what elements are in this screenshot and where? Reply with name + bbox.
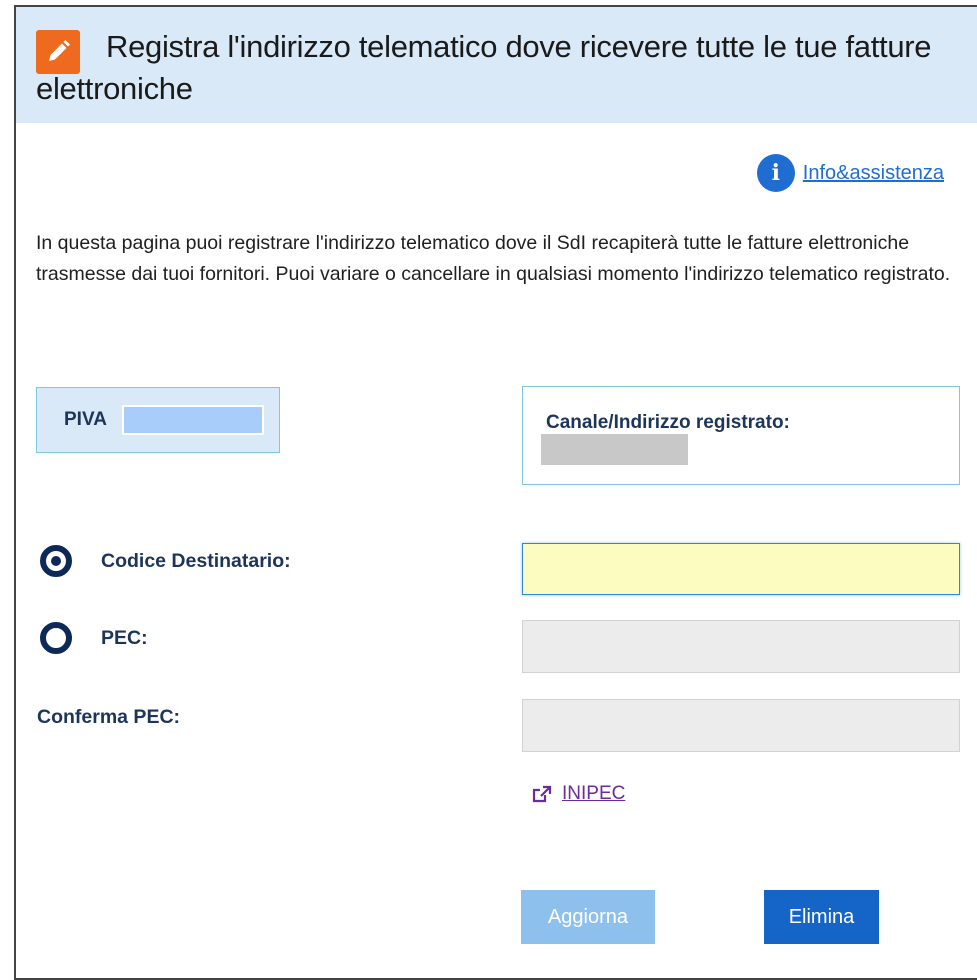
piva-value-redacted xyxy=(122,405,264,435)
piva-box: PIVA xyxy=(36,387,280,453)
codice-destinatario-input[interactable] xyxy=(522,543,960,595)
registered-channel-box: Canale/Indirizzo registrato: xyxy=(522,386,960,485)
inipec-link[interactable]: INIPEC xyxy=(532,783,625,805)
info-assistenza-label: Info&assistenza xyxy=(802,161,944,184)
conferma-pec-input[interactable] xyxy=(522,699,960,752)
intro-paragraph: In questa pagina puoi registrare l'indir… xyxy=(36,232,951,285)
page-title: Registra l'indirizzo telematico dove ric… xyxy=(36,29,932,106)
elimina-button[interactable]: Elimina xyxy=(764,890,879,944)
aggiorna-button[interactable]: Aggiorna xyxy=(521,890,655,944)
info-assistenza-link[interactable]: i Info&assistenza xyxy=(756,154,944,192)
registered-channel-label: Canale/Indirizzo registrato: xyxy=(546,412,790,433)
pec-label: PEC: xyxy=(101,627,148,649)
registered-channel-value-redacted xyxy=(541,434,688,465)
codice-destinatario-label: Codice Destinatario: xyxy=(101,550,291,572)
external-link-icon xyxy=(532,785,552,803)
info-icon: i xyxy=(756,154,795,192)
inipec-label: INIPEC xyxy=(562,783,626,804)
dialog-frame xyxy=(14,5,977,980)
radio-codice-destinatario[interactable] xyxy=(40,545,72,577)
piva-label: PIVA xyxy=(64,409,107,430)
pec-input[interactable] xyxy=(522,620,960,673)
radio-pec[interactable] xyxy=(40,622,72,654)
conferma-pec-label: Conferma PEC: xyxy=(37,706,181,728)
